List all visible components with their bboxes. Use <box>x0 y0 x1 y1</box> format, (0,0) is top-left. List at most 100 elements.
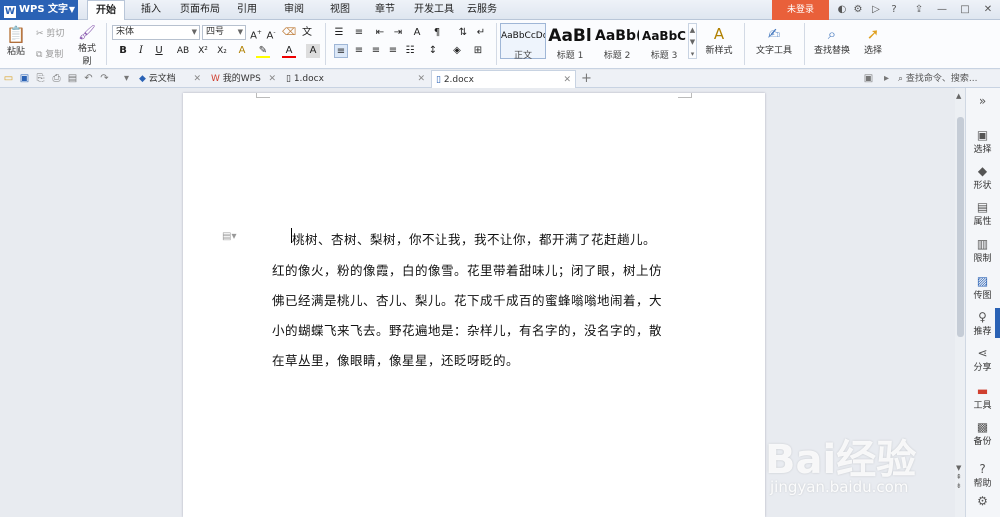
scrollbar-thumb[interactable] <box>957 117 964 337</box>
align-left-icon[interactable]: ≡ <box>334 44 348 58</box>
strikethrough-icon[interactable]: AB <box>174 44 192 58</box>
pinyin-icon[interactable]: 文 <box>300 26 314 40</box>
justify-icon[interactable]: ≡ <box>386 44 400 58</box>
numbered-list-icon[interactable]: ≡ <box>352 26 366 40</box>
paragraph-line[interactable]: 桃树、杏树、梨树，你不让我，我不让你，都开满了花赶趟儿。 <box>292 229 702 248</box>
tab-insert[interactable]: 插入 <box>132 0 170 20</box>
paragraph-options-icon[interactable]: ▤▾ <box>222 231 236 242</box>
close-icon[interactable]: ✕ <box>193 70 201 88</box>
close-icon[interactable]: ✕ <box>563 71 571 89</box>
sidebar-item-help[interactable]: ? 帮助 <box>965 462 1000 489</box>
tab-view[interactable]: 视图 <box>322 0 358 20</box>
select-button[interactable]: ➚ 选择 <box>858 25 888 56</box>
align-right-icon[interactable]: ≡ <box>369 44 383 58</box>
tab-home[interactable]: 开始 <box>87 0 125 21</box>
tab-cloud[interactable]: 云服务 <box>463 0 501 20</box>
highlight-icon[interactable]: ✎ <box>256 44 270 58</box>
tab-developer[interactable]: 开发工具 <box>410 0 458 20</box>
cut-button[interactable]: ✂ 剪切 <box>36 26 70 39</box>
paragraph-line[interactable]: 红的像火，粉的像霞，白的像雪。花里带着甜味儿；闭了眼，树上仿 <box>272 260 682 279</box>
sidebar-item-tools[interactable]: ▬ 工具 <box>965 384 1000 411</box>
tab-doc-2[interactable]: ▯ 2.docx ✕ <box>431 70 576 88</box>
sidebar-item-select[interactable]: ▣ 选择 <box>965 128 1000 155</box>
show-marks-icon[interactable]: ¶ <box>430 26 444 40</box>
close-icon[interactable]: ✕ <box>981 3 995 17</box>
sidebar-item-backup[interactable]: ▩ 备份 <box>965 420 1000 447</box>
tab-my-wps[interactable]: W 我的WPS ✕ <box>207 70 280 88</box>
restore-ribbon-icon[interactable]: ⇪ <box>912 3 926 17</box>
login-button[interactable]: 未登录 <box>772 0 829 20</box>
font-size-select[interactable]: 四号 ▼ <box>202 25 246 40</box>
skin-icon[interactable]: ◐ <box>835 3 849 17</box>
text-tools-button[interactable]: ✍ 文字工具 <box>750 25 798 56</box>
text-effect-icon[interactable]: A <box>235 44 249 58</box>
app-menu-button[interactable]: W WPS 文字 ▼ <box>0 0 78 20</box>
sidebar-item-properties[interactable]: ▤ 属性 <box>965 200 1000 227</box>
bullet-list-icon[interactable]: ☰ <box>332 26 346 40</box>
scroll-up-icon[interactable]: ▲ <box>956 92 961 100</box>
font-color-icon[interactable]: A <box>282 44 296 58</box>
new-style-button[interactable]: A 新样式 <box>700 25 738 56</box>
chevron-down-icon[interactable]: ▾ <box>120 72 133 85</box>
chinese-layout-icon[interactable]: A <box>410 26 424 40</box>
help-icon[interactable]: ? <box>887 3 901 17</box>
underline-icon[interactable]: U <box>152 44 166 58</box>
decrease-indent-icon[interactable]: ⇤ <box>373 26 387 40</box>
tab-cloud-docs[interactable]: ◆ 云文档 ✕ <box>135 70 205 88</box>
sidebar-item-share[interactable]: ⋖ 分享 <box>965 346 1000 373</box>
close-icon[interactable]: ✕ <box>417 70 425 88</box>
scroll-tabs-icon[interactable]: ▸ <box>880 72 893 85</box>
paragraph-line[interactable]: 佛已经满是桃儿、杏儿、梨儿。花下成千成百的蜜蜂嗡嗡地闹着，大 <box>272 290 682 309</box>
copy-button[interactable]: ⧉ 复制 <box>36 47 70 60</box>
tab-references[interactable]: 引用 <box>229 0 265 20</box>
feedback-icon[interactable]: ▷ <box>869 3 883 17</box>
border-icon[interactable]: ⊞ <box>471 44 485 58</box>
char-shading-icon[interactable]: A <box>306 44 320 58</box>
style-heading-1[interactable]: AaBl 标题 1 <box>547 23 593 61</box>
paragraph-line[interactable]: 在草丛里，像眼睛，像星星，还眨呀眨的。 <box>272 350 682 369</box>
style-gallery-scroll[interactable]: ▲ ▼ ▾ <box>688 23 697 59</box>
sort-icon[interactable]: ⇅ <box>456 26 470 40</box>
italic-icon[interactable]: I <box>134 44 148 58</box>
distributed-icon[interactable]: ☷ <box>403 44 417 58</box>
undo-icon[interactable]: ↶ <box>82 72 95 85</box>
settings-icon[interactable]: ⚙ <box>851 3 865 17</box>
tab-review[interactable]: 审阅 <box>276 0 312 20</box>
sidebar-collapse[interactable]: » <box>965 94 1000 108</box>
sidebar-item-shape[interactable]: ◆ 形状 <box>965 164 1000 191</box>
shading-icon[interactable]: ◈ <box>450 44 464 58</box>
save-icon[interactable]: ▣ <box>18 72 31 85</box>
maximize-icon[interactable]: □ <box>958 3 972 17</box>
subscript-icon[interactable]: X₂ <box>215 44 229 58</box>
close-icon[interactable]: ✕ <box>268 70 276 88</box>
redo-icon[interactable]: ↷ <box>98 72 111 85</box>
print-preview-icon[interactable]: ▤ <box>66 72 79 85</box>
tab-page-layout[interactable]: 页面布局 <box>176 0 224 20</box>
superscript-icon[interactable]: X² <box>196 44 210 58</box>
style-normal[interactable]: AaBbCcDd 正文 <box>500 23 546 61</box>
scroll-down-icon[interactable]: ▼ ⇞ ⇟ <box>956 464 962 491</box>
grow-font-icon[interactable]: A+ <box>249 26 263 41</box>
paragraph-line[interactable]: 小的蝴蝶飞来飞去。野花遍地是：杂样儿，有名字的，没名字的，散 <box>272 320 682 339</box>
sidebar-item-restrict[interactable]: ▥ 限制 <box>965 237 1000 264</box>
style-heading-2[interactable]: AaBb( 标题 2 <box>594 23 640 61</box>
paragraph-mark-icon[interactable]: ↵ <box>474 26 488 40</box>
export-pdf-icon[interactable]: ⎘ <box>34 72 47 85</box>
font-name-select[interactable]: 宋体 ▼ <box>112 25 200 40</box>
print-icon[interactable]: ⎙ <box>50 72 63 85</box>
paste-button[interactable]: 📋 粘贴 <box>4 25 28 61</box>
format-painter-button[interactable]: 🖌 格式刷 <box>74 25 100 67</box>
open-icon[interactable]: ▭ <box>2 72 15 85</box>
increase-indent-icon[interactable]: ⇥ <box>391 26 405 40</box>
tab-chapter[interactable]: 章节 <box>367 0 403 20</box>
sidebar-settings[interactable]: ⚙ <box>965 494 1000 508</box>
find-replace-button[interactable]: ⌕ 查找替换 <box>808 25 856 56</box>
command-search-input[interactable]: ⌕ 查找命令、搜索... <box>898 72 998 86</box>
minimize-icon[interactable]: — <box>935 3 949 17</box>
new-tab-plus-icon[interactable]: + <box>580 72 593 85</box>
line-spacing-icon[interactable]: ↕ <box>426 44 440 58</box>
tab-doc-1[interactable]: ▯ 1.docx ✕ <box>282 70 429 88</box>
align-center-icon[interactable]: ≡ <box>352 44 366 58</box>
bold-icon[interactable]: B <box>116 44 130 58</box>
clear-format-icon[interactable]: ⌫ <box>282 26 296 40</box>
